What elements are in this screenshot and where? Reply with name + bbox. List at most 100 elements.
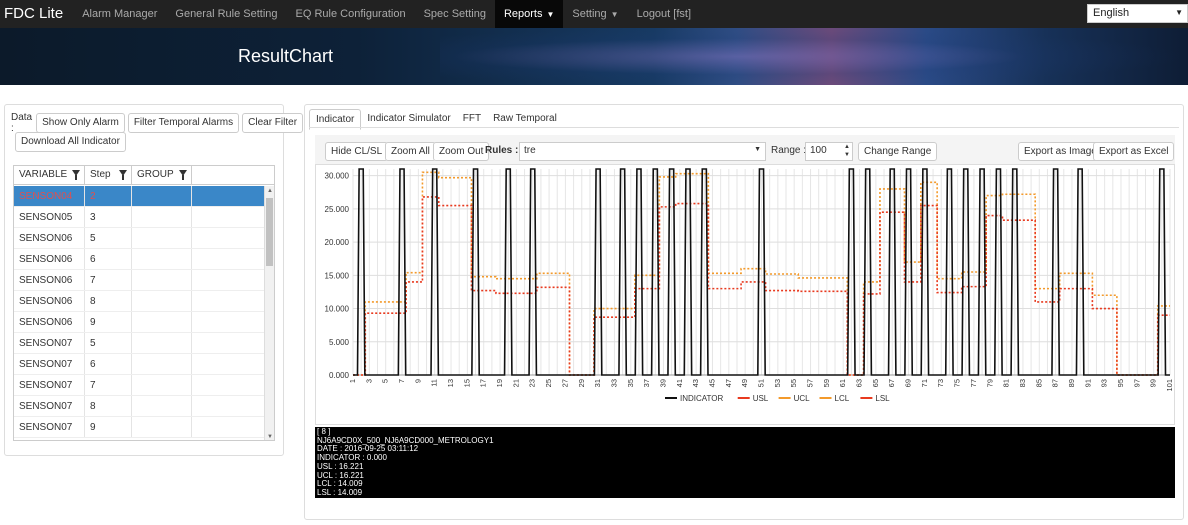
page-title: ResultChart	[238, 46, 334, 66]
x-tick-label: 67	[887, 379, 896, 387]
nav-setting-label: Setting	[572, 8, 607, 20]
cell-step: 7	[85, 270, 132, 290]
data-label: Data :	[11, 112, 33, 134]
table-row[interactable]: SENSON07 8	[14, 396, 266, 417]
legend-item[interactable]: USL	[753, 394, 769, 403]
nav-eq-rule-configuration[interactable]: EQ Rule Configuration	[287, 0, 415, 28]
table-row[interactable]: SENSON06 7	[14, 270, 266, 291]
hide-clsl-button[interactable]: Hide CL/SL	[325, 142, 389, 161]
change-range-button[interactable]: Change Range	[858, 142, 938, 161]
cell-group	[132, 312, 192, 332]
x-tick-label: 55	[789, 379, 798, 387]
filter-temporal-alarms-button[interactable]: Filter Temporal Alarms	[127, 113, 240, 133]
x-tick-label: 93	[1100, 379, 1109, 387]
table-row[interactable]: SENSON06 8	[14, 291, 266, 312]
x-tick-label: 11	[430, 379, 439, 387]
cell-step: 6	[85, 249, 132, 269]
y-tick-label: 30.000	[325, 172, 350, 181]
cell-variable: SENSON06	[14, 312, 85, 332]
table-row[interactable]: SENSON06 6	[14, 249, 266, 270]
rules-label: Rules :	[485, 145, 519, 156]
export-image-button[interactable]: Export as Image	[1018, 142, 1103, 161]
cell-group	[132, 186, 192, 206]
legend-item[interactable]: INDICATOR	[680, 394, 723, 403]
nav-general-rule-setting[interactable]: General Rule Setting	[166, 0, 286, 28]
cell-group	[132, 396, 192, 416]
nav-logout[interactable]: Logout [fst]	[628, 0, 700, 28]
scrollbar-thumb[interactable]	[266, 198, 273, 266]
table-row[interactable]: SENSON07 9	[14, 417, 266, 438]
table-row[interactable]: SENSON07 7	[14, 375, 266, 396]
x-tick-label: 49	[740, 379, 749, 387]
zoom-out-button[interactable]: Zoom Out	[433, 142, 490, 161]
x-tick-label: 39	[658, 379, 667, 387]
x-tick-label: 17	[479, 379, 488, 387]
x-tick-label: 15	[462, 379, 471, 387]
x-tick-label: 65	[871, 379, 880, 387]
x-tick-label: 25	[544, 379, 553, 387]
scroll-down-icon[interactable]: ▼	[267, 434, 273, 440]
column-header-group[interactable]: GROUP	[132, 166, 192, 184]
y-tick-label: 10.000	[325, 305, 350, 314]
download-all-indicator-button[interactable]: Download All Indicator	[15, 132, 126, 152]
show-only-alarm-button[interactable]: Show Only Alarm	[36, 113, 125, 133]
brand-logo[interactable]: FDC Lite	[0, 0, 73, 28]
table-row[interactable]: SENSON04 2	[14, 186, 266, 207]
cell-step: 3	[85, 207, 132, 227]
cell-variable: SENSON07	[14, 417, 85, 437]
filter-icon[interactable]	[72, 170, 80, 180]
column-header-variable[interactable]: VARIABLE	[14, 166, 85, 184]
cell-variable: SENSON07	[14, 333, 85, 353]
filter-icon[interactable]	[179, 170, 187, 180]
legend-item[interactable]: LCL	[835, 394, 850, 403]
x-tick-label: 61	[838, 379, 847, 387]
cell-group	[132, 291, 192, 311]
dropdown-arrow-icon: ▼	[754, 146, 761, 153]
scroll-up-icon[interactable]: ▲	[267, 188, 273, 194]
table-row[interactable]: SENSON07 6	[14, 354, 266, 375]
indicator-chart[interactable]: 0.000 5.000 10.000 15.000 20.000 25.000 30.000…	[315, 165, 1175, 409]
info-line: USL : 16.221	[317, 461, 364, 471]
grid-header: VARIABLE Step GROUP	[14, 166, 274, 185]
x-tick-label: 53	[773, 379, 782, 387]
table-row[interactable]: SENSON06 9	[14, 312, 266, 333]
legend-item[interactable]: UCL	[794, 394, 811, 403]
grid-scrollbar[interactable]: ▲ ▼	[264, 186, 274, 440]
info-line: NJ6A9CD0X_500_NJ6A9CD000_METROLOGY1	[317, 435, 494, 445]
x-tick-label: 79	[985, 379, 994, 387]
legend-item[interactable]: LSL	[875, 394, 890, 403]
x-tick-label: 31	[593, 379, 602, 387]
spinner-icon[interactable]: ▲ ▼	[844, 143, 850, 159]
rules-select[interactable]: tre ▼	[519, 142, 766, 161]
filter-icon[interactable]	[119, 170, 127, 180]
top-navbar: FDC Lite Alarm Manager General Rule Sett…	[0, 0, 1188, 28]
zoom-all-button[interactable]: Zoom All	[385, 142, 436, 161]
nav-alarm-manager[interactable]: Alarm Manager	[73, 0, 166, 28]
x-tick-label: 3	[364, 379, 373, 383]
x-tick-label: 35	[626, 379, 635, 387]
table-row[interactable]: SENSON05 3	[14, 207, 266, 228]
nav-spec-setting[interactable]: Spec Setting	[415, 0, 495, 28]
cell-group	[132, 228, 192, 248]
info-line: INDICATOR : 0.000	[317, 453, 387, 463]
x-tick-label: 75	[953, 379, 962, 387]
range-input[interactable]: 100 ▲ ▼	[805, 142, 853, 161]
x-tick-label: 81	[1002, 379, 1011, 387]
table-row[interactable]: SENSON07 5	[14, 333, 266, 354]
column-label: Step	[90, 169, 111, 180]
table-row[interactable]: SENSON06 5	[14, 228, 266, 249]
info-line: LSL : 14.009	[317, 487, 363, 497]
column-header-step[interactable]: Step	[85, 166, 132, 184]
cell-variable: SENSON07	[14, 375, 85, 395]
cell-step: 6	[85, 354, 132, 374]
nav-setting[interactable]: Setting ▼	[563, 0, 627, 28]
cell-step: 5	[85, 228, 132, 248]
nav-reports-label: Reports	[503, 8, 543, 20]
clear-filter-button[interactable]: Clear Filter	[242, 113, 304, 133]
cell-variable: SENSON04	[14, 186, 85, 206]
cell-variable: SENSON07	[14, 354, 85, 374]
cell-step: 9	[85, 312, 132, 332]
language-select[interactable]: English ▼	[1087, 4, 1188, 23]
export-excel-button[interactable]: Export as Excel	[1093, 142, 1175, 161]
nav-reports[interactable]: Reports ▼	[494, 0, 564, 28]
